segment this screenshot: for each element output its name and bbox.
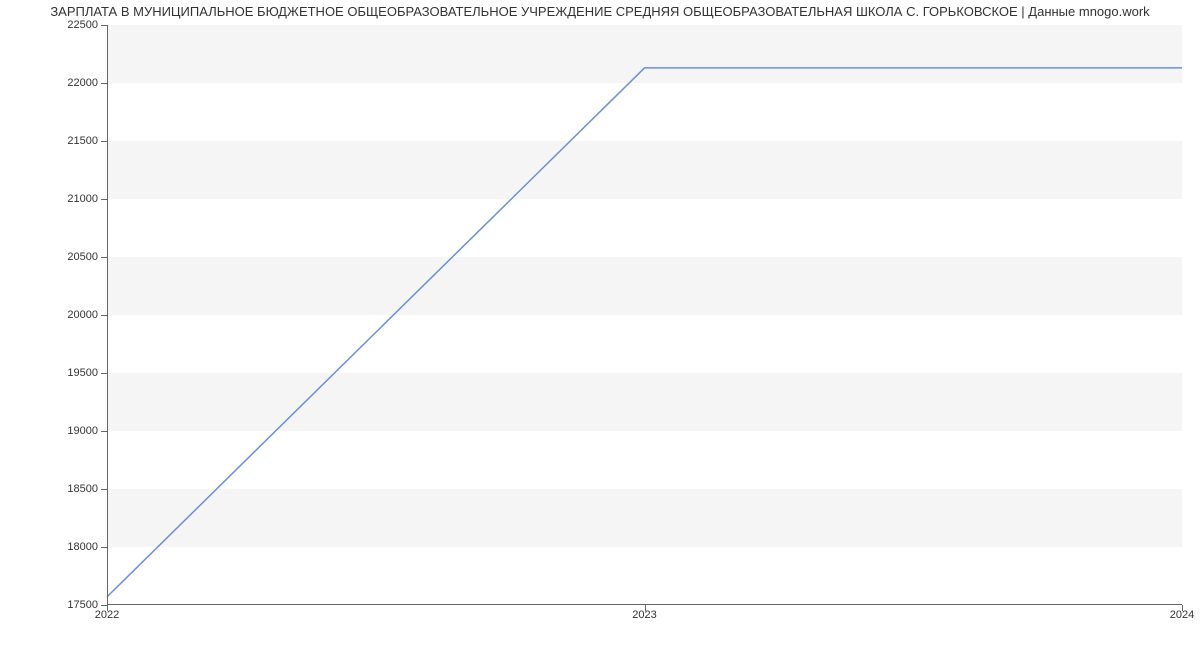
y-axis-label: 22000 [67,77,98,89]
axis-border [107,25,1182,605]
y-tick [101,141,107,142]
y-tick [101,489,107,490]
y-axis-label: 18000 [67,541,98,553]
x-axis-label: 2022 [95,609,119,621]
plot-area [107,25,1182,605]
y-axis-label: 19500 [67,367,98,379]
y-tick [101,257,107,258]
y-tick [101,431,107,432]
y-axis-label: 20500 [67,251,98,263]
y-axis-label: 21500 [67,135,98,147]
chart-title: ЗАРПЛАТА В МУНИЦИПАЛЬНОЕ БЮДЖЕТНОЕ ОБЩЕО… [0,0,1200,21]
y-tick [101,83,107,84]
x-axis-label: 2023 [632,609,656,621]
y-tick [101,315,107,316]
y-axis-label: 17500 [67,599,98,611]
x-axis-label: 2024 [1170,609,1194,621]
chart-container: ЗАРПЛАТА В МУНИЦИПАЛЬНОЕ БЮДЖЕТНОЕ ОБЩЕО… [0,0,1200,650]
y-tick [101,373,107,374]
y-axis-label: 21000 [67,193,98,205]
y-tick [101,199,107,200]
y-tick [101,547,107,548]
y-axis-label: 18500 [67,483,98,495]
y-axis-label: 19000 [67,425,98,437]
y-tick [101,25,107,26]
y-axis-label: 20000 [67,309,98,321]
y-axis-label: 22500 [67,19,98,31]
